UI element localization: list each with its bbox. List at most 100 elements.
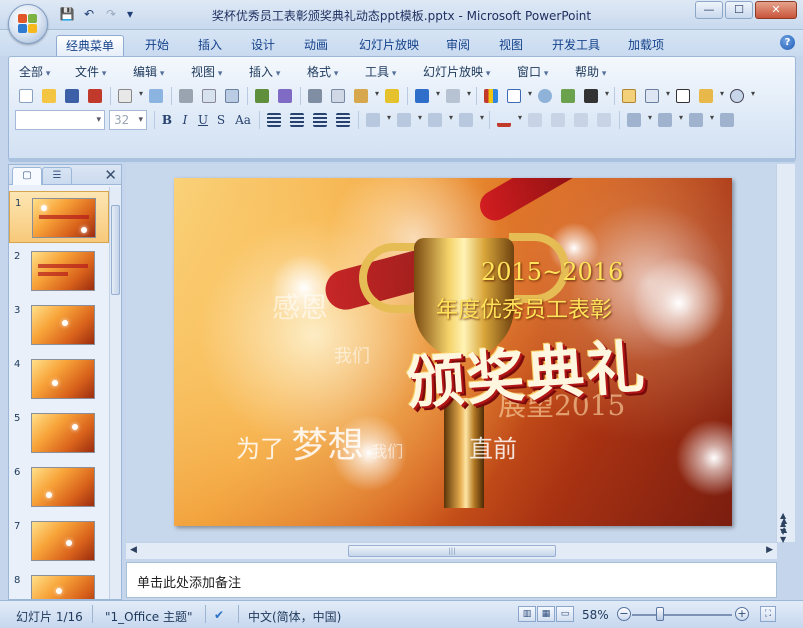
menu-file[interactable]: 文件	[75, 64, 133, 80]
slide-thumbnail[interactable]: 3	[9, 299, 109, 351]
menu-insert[interactable]: 插入	[249, 64, 307, 80]
tab-slideshow[interactable]: 幻灯片放映	[350, 35, 428, 56]
new-slide-icon[interactable]	[618, 86, 640, 106]
fit-to-window-icon[interactable]: ⛶	[760, 606, 776, 622]
decrease-indent-icon[interactable]	[570, 110, 592, 130]
copy-icon[interactable]	[327, 86, 349, 106]
columns-icon[interactable]	[393, 110, 423, 130]
textbox-icon[interactable]	[672, 86, 694, 106]
normal-view-icon[interactable]: ▥	[518, 606, 536, 622]
publish-icon[interactable]	[145, 86, 167, 106]
zoom-slider[interactable]	[632, 614, 732, 616]
tab-developer[interactable]: 开发工具	[544, 35, 608, 56]
folder-icon[interactable]	[695, 86, 725, 106]
justify-icon[interactable]	[332, 110, 354, 130]
scroll-right-icon[interactable]: ▶	[766, 545, 773, 555]
menu-tools[interactable]: 工具	[365, 64, 423, 80]
increase-indent-icon[interactable]	[593, 110, 615, 130]
font-color-icon[interactable]	[493, 110, 523, 130]
slide-thumbnail[interactable]: 6	[9, 461, 109, 513]
new-icon[interactable]	[15, 86, 37, 106]
align-center-icon[interactable]	[286, 110, 308, 130]
editor-horizontal-scrollbar[interactable]: ◀ ||| ▶	[126, 542, 777, 559]
zoom-icon[interactable]	[726, 86, 756, 106]
spellcheck-icon[interactable]: ✔	[214, 608, 224, 622]
redo-icon[interactable]	[442, 86, 472, 106]
chart-icon[interactable]	[480, 86, 502, 106]
slide-thumbnail[interactable]: 5	[9, 407, 109, 459]
scroll-left-icon[interactable]: ◀	[130, 545, 137, 555]
zoom-in-icon[interactable]: +	[735, 607, 749, 621]
minimize-button[interactable]: —	[695, 1, 723, 19]
numbering-icon[interactable]	[424, 110, 454, 130]
clipart-icon[interactable]	[534, 86, 556, 106]
preview-icon[interactable]	[198, 86, 220, 106]
research-icon[interactable]	[274, 86, 296, 106]
tab-classic-menu[interactable]: 经典菜单	[56, 35, 124, 56]
tab-addins[interactable]: 加载项	[620, 35, 672, 56]
slideshow-view-icon[interactable]: ▭	[556, 606, 574, 622]
help-icon[interactable]: ?	[780, 35, 795, 50]
zoom-level[interactable]: 58%	[582, 608, 609, 622]
menu-slideshow[interactable]: 幻灯片放映	[423, 64, 517, 80]
cut-icon[interactable]	[304, 86, 326, 106]
grow-font-icon[interactable]	[524, 110, 546, 130]
layout-icon[interactable]	[221, 86, 243, 106]
bold-button[interactable]: B	[158, 110, 176, 130]
close-button[interactable]: ✕	[755, 1, 797, 19]
shape-fill-icon[interactable]	[716, 110, 738, 130]
slide-thumbnail[interactable]: 7	[9, 515, 109, 567]
tab-animations[interactable]: 动画	[296, 35, 336, 56]
permission-icon[interactable]	[84, 86, 106, 106]
slide-nav-arrows[interactable]: ▲ ▲ ▼ ▼	[780, 512, 786, 544]
print-icon[interactable]	[175, 86, 197, 106]
underline-button[interactable]: U	[194, 110, 212, 130]
print-preview-icon[interactable]	[114, 86, 144, 106]
shadow-button[interactable]: S	[212, 110, 230, 130]
slide-layout-icon[interactable]	[641, 86, 671, 106]
shapes-icon[interactable]	[623, 110, 653, 130]
change-case-button[interactable]: Aa	[230, 110, 256, 130]
slide-thumbnail[interactable]: 1	[9, 191, 109, 243]
language-indicator[interactable]: 中文(简体，中国)	[248, 608, 341, 625]
tab-design[interactable]: 设计	[243, 35, 283, 56]
text-direction-icon[interactable]	[362, 110, 392, 130]
menu-all[interactable]: 全部	[19, 64, 75, 80]
notes-pane[interactable]: 单击此处添加备注	[126, 562, 777, 598]
table-icon[interactable]	[503, 86, 533, 106]
picture-icon[interactable]	[557, 86, 579, 106]
save-icon[interactable]	[61, 86, 83, 106]
open-icon[interactable]	[38, 86, 60, 106]
quick-styles-icon[interactable]	[685, 110, 715, 130]
align-left-icon[interactable]	[263, 110, 285, 130]
tab-insert[interactable]: 插入	[190, 35, 230, 56]
italic-button[interactable]: I	[176, 110, 194, 130]
tab-home[interactable]: 开始	[137, 35, 177, 56]
tab-view[interactable]: 视图	[491, 35, 531, 56]
slide-thumbnail[interactable]: 4	[9, 353, 109, 405]
slide-thumbnail[interactable]: 8	[9, 569, 109, 599]
scrollbar-thumb[interactable]: |||	[348, 545, 556, 557]
bullets-icon[interactable]	[455, 110, 485, 130]
font-name-combo[interactable]	[15, 110, 105, 130]
maximize-button[interactable]: ☐	[725, 1, 753, 19]
slide-thumbnail[interactable]: 2	[9, 245, 109, 297]
font-size-combo[interactable]: 32	[109, 110, 147, 130]
spelling-icon[interactable]	[251, 86, 273, 106]
current-slide[interactable]: 感恩 我们 展望2015 2015~2016 年度优秀员工表彰 颁奖典礼 为了 …	[174, 178, 732, 526]
tab-outline[interactable]: ☰	[42, 167, 72, 185]
shrink-font-icon[interactable]	[547, 110, 569, 130]
undo-icon[interactable]	[411, 86, 441, 106]
close-icon[interactable]: ✕	[104, 166, 117, 184]
paste-icon[interactable]	[350, 86, 380, 106]
scrollbar-thumb[interactable]	[111, 205, 120, 295]
format-painter-icon[interactable]	[381, 86, 403, 106]
menu-view[interactable]: 视图	[191, 64, 249, 80]
office-button[interactable]	[8, 4, 48, 44]
panel-scrollbar[interactable]	[109, 187, 121, 599]
arrange-icon[interactable]	[654, 110, 684, 130]
menu-format[interactable]: 格式	[307, 64, 365, 80]
menu-edit[interactable]: 编辑	[133, 64, 191, 80]
zoom-out-icon[interactable]: −	[617, 607, 631, 621]
color-grayscale-icon[interactable]	[580, 86, 610, 106]
